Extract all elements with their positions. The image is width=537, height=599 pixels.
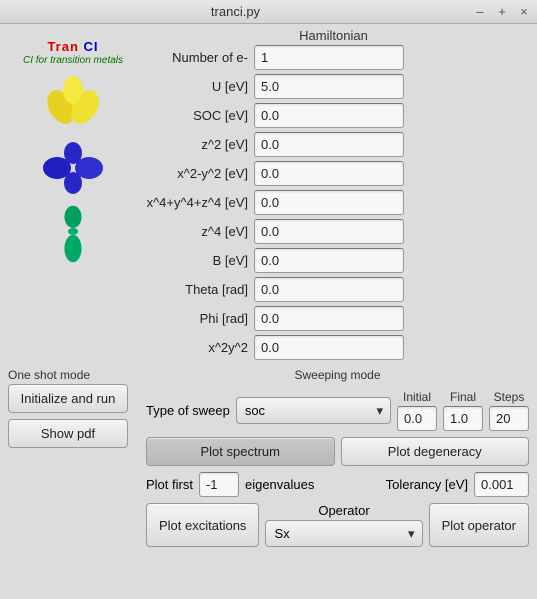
ham-label-5: x^4+y^4+z^4 [eV]	[138, 195, 248, 210]
show-pdf-button[interactable]: Show pdf	[8, 419, 128, 448]
oneshot-panel: One shot mode Initialize and run Show pd…	[8, 368, 138, 547]
plot-operator-button[interactable]: Plot operator	[429, 503, 529, 547]
initialize-run-button[interactable]: Initialize and run	[8, 384, 128, 413]
ham-label-3: z^2 [eV]	[138, 137, 248, 152]
operator-label: Operator	[318, 503, 369, 518]
ham-input-9[interactable]	[254, 306, 404, 331]
sweep-panel: Sweeping mode Type of sweep soc Initial …	[146, 368, 529, 547]
ham-input-1[interactable]	[254, 74, 404, 99]
eigenvalues-label: eigenvalues	[245, 477, 314, 492]
sweep-title: Sweeping mode	[294, 368, 380, 382]
type-of-sweep-select[interactable]: soc	[236, 397, 391, 424]
hamiltonian-title: Hamiltonian	[138, 28, 529, 43]
oneshot-title: One shot mode	[8, 368, 138, 382]
orbital-yellow-icon	[43, 72, 103, 132]
ham-input-2[interactable]	[254, 103, 404, 128]
plot-first-input[interactable]	[199, 472, 239, 497]
ham-label-1: U [eV]	[138, 79, 248, 94]
plot-degeneracy-button[interactable]: Plot degeneracy	[341, 437, 530, 466]
ham-input-3[interactable]	[254, 132, 404, 157]
initial-label: Initial	[403, 390, 431, 404]
logo-panel: Tran CI CI for transition metals	[8, 28, 138, 364]
ham-input-4[interactable]	[254, 161, 404, 186]
close-button[interactable]: ×	[515, 3, 533, 21]
plot-excitations-button[interactable]: Plot excitations	[146, 503, 259, 547]
title-bar: tranci.py – + ×	[0, 0, 537, 24]
minimize-button[interactable]: –	[471, 3, 489, 21]
ham-label-10: x^2y^2	[138, 340, 248, 355]
ham-input-7[interactable]	[254, 248, 404, 273]
plot-first-label: Plot first	[146, 477, 193, 492]
ham-input-10[interactable]	[254, 335, 404, 360]
window-title: tranci.py	[0, 4, 471, 19]
ham-label-8: Theta [rad]	[138, 282, 248, 297]
logo-text: Tran CI CI for transition metals	[23, 34, 123, 66]
ham-label-7: B [eV]	[138, 253, 248, 268]
steps-input[interactable]	[489, 406, 529, 431]
orbital-blue-icon	[43, 138, 103, 198]
operator-select[interactable]: Sx	[265, 520, 422, 547]
ham-input-5[interactable]	[254, 190, 404, 215]
tolerancy-input[interactable]	[474, 472, 529, 497]
orbital-green-icon	[43, 204, 103, 264]
ham-label-6: z^4 [eV]	[138, 224, 248, 239]
plot-spectrum-button[interactable]: Plot spectrum	[146, 437, 335, 466]
initial-input[interactable]	[397, 406, 437, 431]
maximize-button[interactable]: +	[493, 3, 511, 21]
ham-label-4: x^2-y^2 [eV]	[138, 166, 248, 181]
ham-input-6[interactable]	[254, 219, 404, 244]
type-of-sweep-label: Type of sweep	[146, 403, 230, 418]
ham-input-0[interactable]	[254, 45, 404, 70]
ham-label-0: Number of e-	[138, 50, 248, 65]
final-input[interactable]	[443, 406, 483, 431]
final-label: Final	[450, 390, 476, 404]
tolerancy-label: Tolerancy [eV]	[386, 477, 468, 492]
ham-label-9: Phi [rad]	[138, 311, 248, 326]
steps-label: Steps	[494, 390, 525, 404]
hamiltonian-panel: Hamiltonian Number of e- U [eV] SOC [eV] z^…	[138, 28, 529, 364]
ham-label-2: SOC [eV]	[138, 108, 248, 123]
ham-input-8[interactable]	[254, 277, 404, 302]
